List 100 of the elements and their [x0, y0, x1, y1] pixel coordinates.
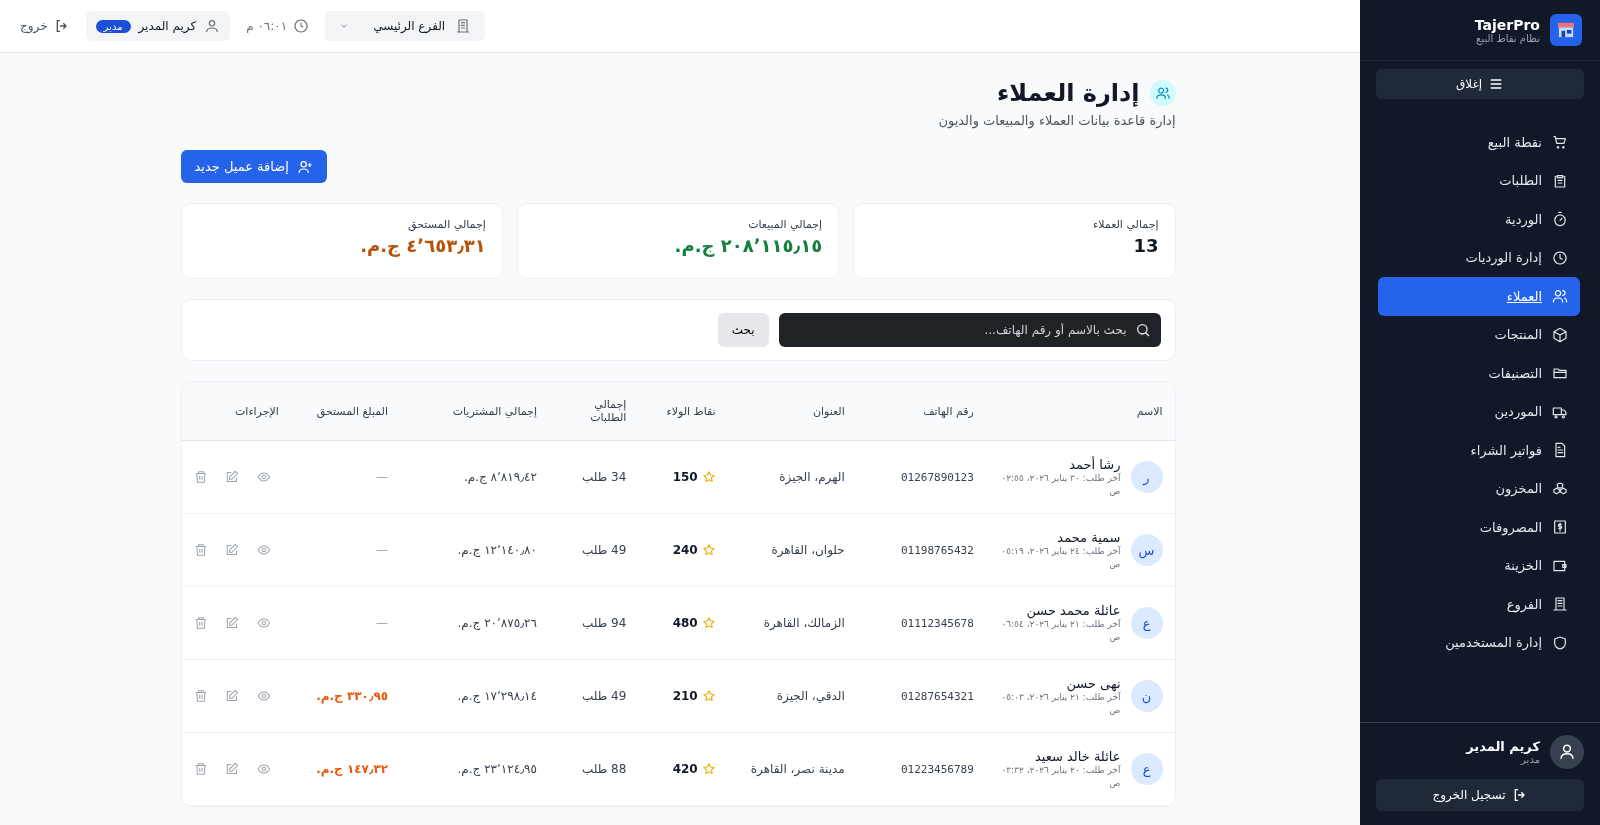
stat-value: 13	[1132, 235, 1159, 256]
sidebar-item[interactable]: الوردية	[1378, 200, 1580, 239]
sidebar-item[interactable]: الطلبات	[1378, 161, 1580, 200]
users-icon	[1149, 80, 1176, 106]
last-order: آخر طلب: ٢٠ يناير ٢٠٢٦، ٠٣:٣٢ ص	[1000, 764, 1121, 789]
amount-due: —	[376, 470, 389, 484]
star-icon	[701, 762, 716, 776]
customer-avatar: ع	[1130, 607, 1163, 639]
column-header: الاسم	[1136, 404, 1163, 418]
star-icon	[701, 543, 716, 557]
column-header: إجمالي المشتريات	[452, 404, 537, 418]
view-icon[interactable]	[257, 470, 271, 484]
sidebar-item[interactable]: المخزون	[1378, 469, 1580, 508]
view-icon[interactable]	[257, 689, 271, 703]
customer-avatar: ن	[1130, 680, 1163, 712]
loyalty-points: 420	[672, 762, 698, 776]
total-purchases: ٨٬٨١٩٫٤٢ ج.م.	[463, 470, 537, 484]
current-time: ٠٦:٠١ م	[246, 19, 288, 33]
sign-out-button[interactable]: تسجيل الخروج	[1376, 779, 1584, 811]
amount-due: ١٤٧٫٣٢ ج.م.	[316, 762, 389, 776]
box-icon	[1552, 326, 1568, 343]
logout-link[interactable]: خروج	[20, 18, 70, 34]
phone-number: 01287654321	[901, 690, 974, 703]
brand-tagline: نظام نقاط البيع	[1476, 32, 1540, 44]
star-icon	[701, 689, 716, 703]
page-subtitle: إدارة قاعدة بيانات العملاء والمبيعات والديون	[937, 113, 1176, 128]
role-badge: مدير	[95, 19, 131, 33]
building-icon	[1552, 596, 1568, 613]
view-icon[interactable]	[257, 543, 271, 557]
sidebar-item[interactable]: العملاء	[1378, 277, 1580, 316]
sidebar-item[interactable]: التصنيفات	[1378, 354, 1580, 393]
collapse-button[interactable]: إغلاق	[1376, 69, 1584, 99]
edit-icon[interactable]	[225, 470, 240, 484]
brand-name: TajerPro	[1474, 16, 1540, 33]
user-role: مدير	[1519, 754, 1540, 765]
loyalty-points: 480	[672, 616, 698, 630]
sidebar-item[interactable]: فواتير الشراء	[1378, 431, 1580, 470]
branch-selector[interactable]: الفرع الرئيسي	[325, 11, 486, 41]
customer-name: نهى حسن	[1065, 676, 1121, 692]
order-count: 49 طلب	[581, 689, 627, 703]
edit-icon[interactable]	[225, 616, 240, 630]
total-purchases: ٢٠٬٨٧٥٫٢٦ ج.م.	[457, 616, 537, 630]
edit-icon[interactable]	[225, 762, 240, 776]
user-icon	[204, 18, 221, 34]
sidebar-item[interactable]: المنتجات	[1378, 315, 1580, 354]
customer-avatar: س	[1130, 534, 1163, 566]
phone-number: 01267890123	[901, 471, 974, 484]
column-header: نقاط الولاء	[666, 404, 716, 418]
last-order: آخر طلب: ٢٤ يناير ٢٠٢٦، ٠٥:١٩ ص	[1000, 545, 1121, 570]
user-name: كريم المدير	[138, 19, 197, 33]
edit-icon[interactable]	[225, 543, 240, 557]
clipboard-icon	[1552, 172, 1568, 189]
view-icon[interactable]	[257, 762, 271, 776]
loyalty-points: 150	[672, 470, 698, 484]
stat-label: إجمالي المستحق	[407, 218, 486, 231]
column-header: العنوان	[812, 404, 845, 418]
delete-icon[interactable]	[193, 689, 208, 703]
sidebar-item[interactable]: الموردين	[1378, 392, 1580, 431]
delete-icon[interactable]	[193, 470, 208, 484]
add-customer-button[interactable]: إضافة عميل جديد	[180, 150, 327, 183]
sidebar-item[interactable]: المصروفات	[1378, 508, 1580, 547]
order-count: 34 طلب	[581, 470, 627, 484]
customer-name: عائلة خالد سعيد	[1033, 749, 1121, 765]
store-logo-icon	[1550, 14, 1582, 46]
building-icon	[455, 18, 472, 34]
clock-icon	[293, 18, 310, 34]
view-icon[interactable]	[257, 616, 271, 630]
customer-avatar: ع	[1130, 753, 1163, 785]
amount-due: ٣٣٠٫٩٥ ج.م.	[316, 689, 389, 703]
star-icon	[701, 470, 716, 484]
sidebar-item[interactable]: إدارة المستخدمين	[1378, 623, 1580, 662]
sidebar-item[interactable]: إدارة الورديات	[1378, 238, 1580, 277]
phone-number: 01223456789	[901, 763, 974, 776]
phone-number: 01112345678	[901, 617, 974, 630]
address: مدينة نصر، القاهرة	[750, 762, 845, 776]
search-button[interactable]: بحث	[717, 313, 769, 347]
amount-due: —	[376, 543, 389, 557]
clock-icon	[1552, 249, 1568, 266]
page-title: إدارة العملاء	[997, 79, 1140, 107]
dollar-icon	[1552, 519, 1568, 536]
edit-icon[interactable]	[225, 689, 240, 703]
order-count: 94 طلب	[581, 616, 627, 630]
star-icon	[701, 616, 716, 630]
delete-icon[interactable]	[193, 543, 208, 557]
customer-name: عائلة محمد حسن	[1025, 603, 1121, 619]
amount-due: —	[376, 616, 389, 630]
sidebar-item[interactable]: الفروع	[1378, 585, 1580, 624]
address: الدقي، الجيزة	[776, 689, 845, 703]
total-purchases: ٢٣٬١٢٤٫٩٥ ج.م.	[457, 762, 537, 776]
last-order: آخر طلب: ٣٠ يناير ٢٠٢٦، ٠٢:٥٥ ص	[1000, 472, 1121, 497]
sidebar-item[interactable]: الخزينة	[1378, 546, 1580, 585]
delete-icon[interactable]	[193, 616, 208, 630]
phone-number: 01198765432	[901, 544, 974, 557]
customer-name: سمية محمد	[1056, 530, 1121, 546]
boxes-icon	[1552, 480, 1568, 497]
delete-icon[interactable]	[193, 762, 208, 776]
address: حلوان، القاهرة	[771, 543, 845, 557]
sidebar-item[interactable]: نقطة البيع	[1378, 123, 1580, 162]
add-user-icon	[296, 158, 313, 175]
column-header: المبلغ المستحق	[316, 404, 389, 418]
